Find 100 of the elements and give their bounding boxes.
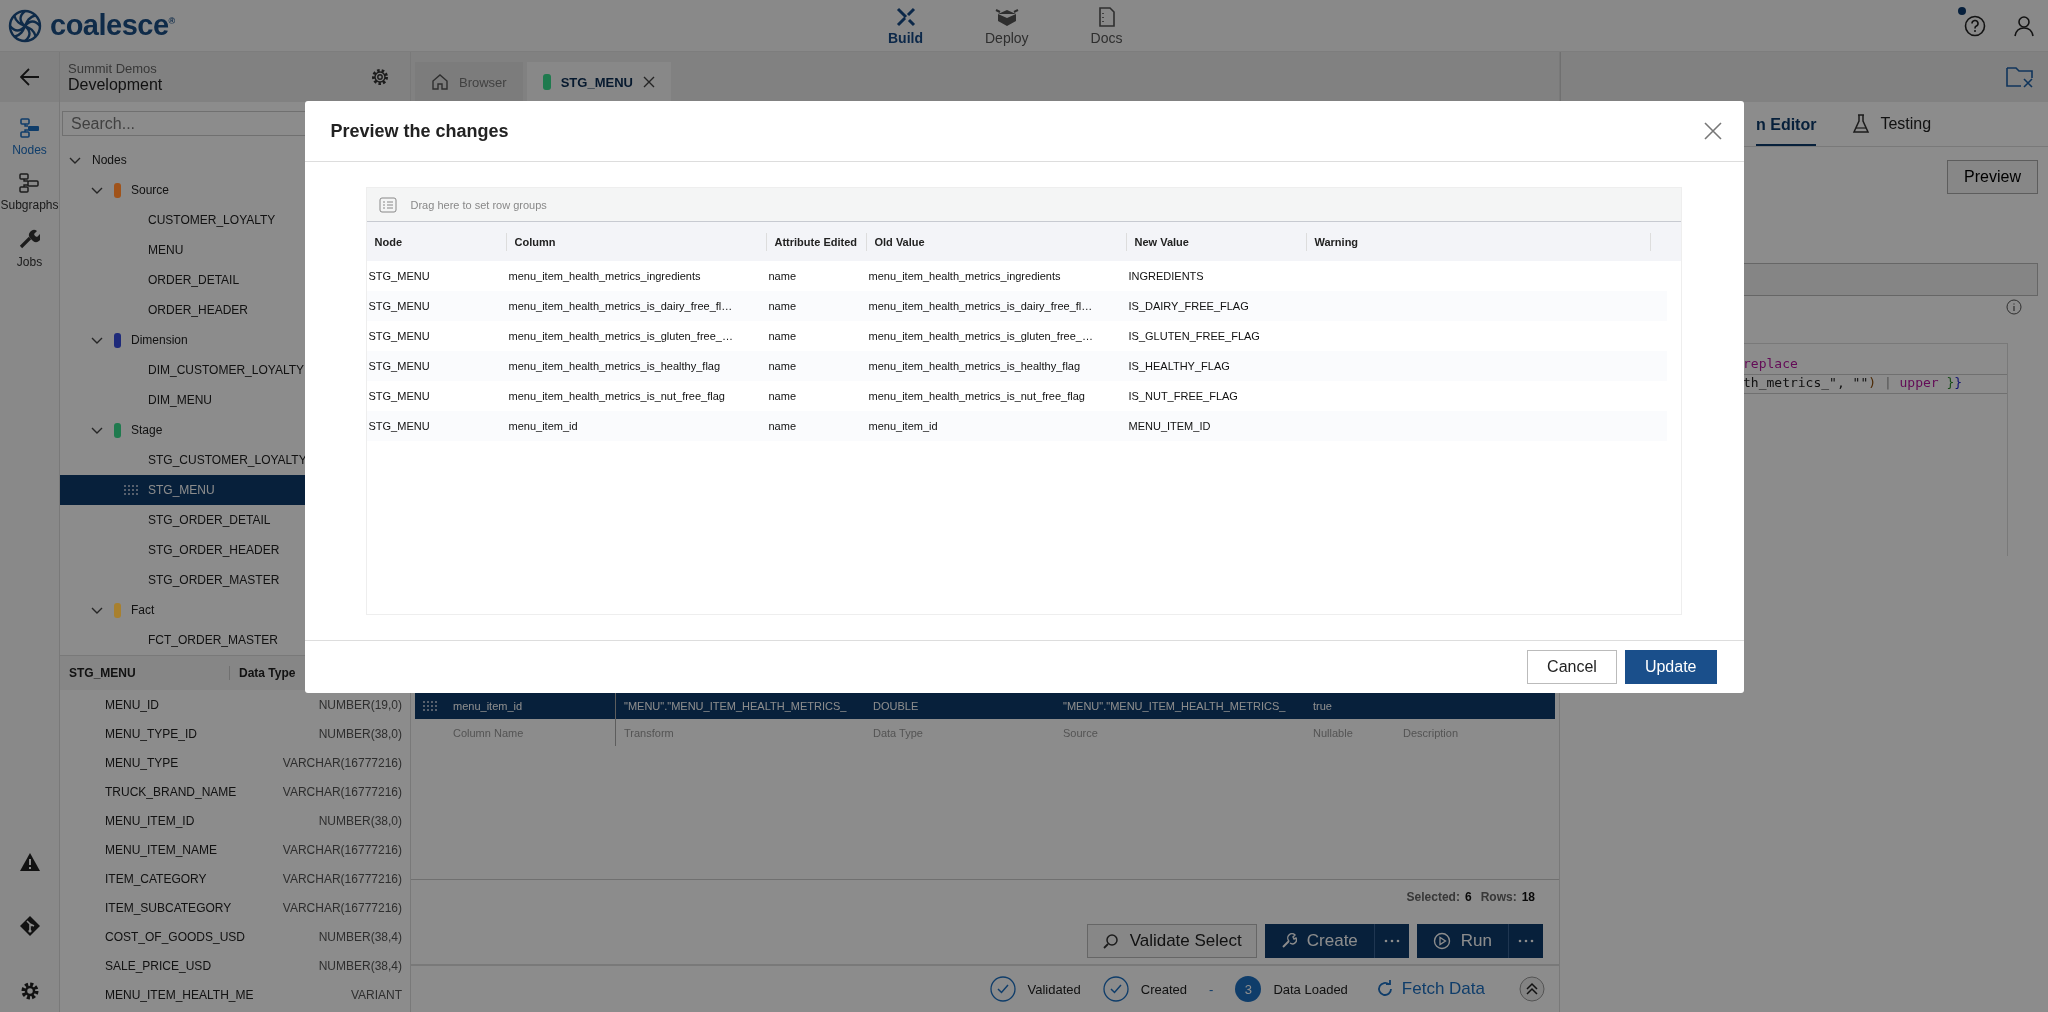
play-icon[interactable] [1432, 932, 1451, 950]
data-type: NUMBER(38,0) [318, 726, 402, 741]
data-type: VARCHAR(16777216) [282, 755, 402, 770]
back-arrow-icon[interactable] [19, 68, 40, 86]
status-label: Data Loaded [1273, 981, 1348, 997]
data-type: VARCHAR(16777216) [282, 871, 402, 886]
help-icon[interactable] [1964, 14, 1986, 37]
status-label: Created [1140, 981, 1188, 997]
column-header[interactable]: Old Value [866, 232, 1127, 251]
table-cell-text: menu_item_id [507, 420, 579, 432]
selected-label: Selected: [1406, 890, 1460, 906]
tree-item[interactable]: Source [60, 175, 410, 205]
editor-tab[interactable]: STG_MENU [526, 62, 671, 102]
column-header[interactable]: Column [506, 232, 767, 251]
close-icon[interactable] [1703, 122, 1722, 140]
nav-tab[interactable]: Deploy [985, 5, 1029, 46]
rows-label: Rows: [1480, 890, 1517, 906]
table-cell-text: STG_MENU [367, 360, 431, 372]
table-cell-text: name [767, 420, 798, 432]
data-type: NUMBER(38,4) [318, 929, 402, 944]
folder-close-icon[interactable] [2005, 65, 2035, 89]
rail-item[interactable]: Nodes [12, 118, 47, 157]
grid-cell-text: true [1312, 699, 1333, 712]
user-icon[interactable] [2014, 14, 2034, 37]
info-icon[interactable] [2006, 299, 2022, 315]
code-line: th_metrics_", "") | upper }} [1743, 374, 2007, 394]
table-cell-text: menu_item_health_metrics_is_gluten_free_… [507, 330, 734, 342]
step-count-badge: 3 [1235, 976, 1262, 1002]
settings-icon[interactable] [370, 67, 390, 87]
column-name: SALE_PRICE_USD [105, 958, 212, 973]
nav-tab[interactable]: Build [888, 5, 923, 46]
column-name: MENU_TYPE [105, 755, 179, 770]
grid-cell-text: DOUBLE [872, 699, 920, 712]
warning-icon[interactable] [18, 852, 41, 872]
nodes-icon[interactable] [18, 118, 41, 138]
data-type: NUMBER(38,0) [318, 813, 402, 828]
action-button[interactable]: Create [1264, 924, 1374, 958]
validate-button[interactable]: Validate Select [1086, 924, 1257, 958]
flask-icon[interactable] [1852, 114, 1871, 134]
rail-item[interactable]: Subgraphs [0, 173, 59, 212]
table-cell-text: INGREDIENTS [1127, 270, 1205, 282]
column-header: STG_MENU [60, 666, 230, 680]
column-name: ITEM_CATEGORY [105, 871, 207, 886]
panel-tab[interactable]: n Editor [1756, 116, 1817, 146]
table-cell-text: name [767, 300, 798, 312]
column-header[interactable]: Attribute Edited [766, 232, 867, 251]
status-separator: - [1209, 981, 1214, 997]
refresh-icon[interactable] [1375, 980, 1394, 998]
search-icon[interactable] [1101, 932, 1120, 950]
drag-handle-icon[interactable] [423, 700, 437, 711]
table-cell-text: menu_item_health_metrics_is_nut_free_flag [507, 390, 726, 402]
grid-row[interactable]: menu_item_id "MENU"."MENU_ITEM_HEALTH_METRICS_ DOUBLE "MENU"."MENU_ITEM_HEALTH_METRICS_ true [415, 692, 1555, 719]
status-label: Validated [1027, 981, 1081, 997]
swirl-logo-icon [8, 8, 42, 43]
table-cell-text: menu_item_id [867, 420, 939, 432]
nav-tab[interactable]: Docs [1090, 5, 1123, 46]
row-group-icon [378, 196, 397, 213]
tools-icon[interactable] [894, 5, 917, 28]
tree-item[interactable]: Nodes [60, 145, 410, 175]
wrench-icon[interactable] [18, 228, 41, 250]
column-header[interactable]: Warning [1306, 232, 1651, 251]
document-icon[interactable] [1096, 5, 1117, 28]
logo-wordmark: coalesce$^{®}$ [50, 9, 175, 42]
column-header[interactable]: Node [366, 232, 507, 251]
row-group-hint: Drag here to set row groups [410, 198, 547, 211]
column-header[interactable]: New Value [1126, 232, 1307, 251]
table-cell-text: MENU_ITEM_ID [1127, 420, 1212, 432]
selected-count: 6 [1464, 890, 1472, 906]
tree-item[interactable]: Fact [60, 595, 410, 625]
data-type: VARIANT [350, 987, 402, 1002]
environment-name: Development [68, 75, 163, 94]
update-button[interactable]: Update [1624, 650, 1717, 684]
column-name: ITEM_SUBCATEGORY [105, 900, 232, 915]
wrench-icon[interactable] [1280, 933, 1297, 949]
panel-tab[interactable]: Testing [1852, 114, 1932, 146]
fetch-data-link[interactable]: Fetch Data [1375, 979, 1485, 999]
home-icon [431, 73, 449, 91]
data-type: NUMBER(19,0) [318, 697, 402, 712]
git-diamond-icon[interactable] [18, 915, 41, 937]
project-name: Summit Demos [68, 60, 158, 76]
table-cell-text: name [767, 330, 798, 342]
table-cell-text: IS_DAIRY_FREE_FLAG [1127, 300, 1250, 312]
column-name: COST_OF_GOODS_USD [105, 929, 246, 944]
more-icon[interactable] [1518, 939, 1534, 943]
table-cell-text: menu_item_health_metrics_is_nut_free_flag [867, 390, 1086, 402]
table-cell-text: menu_item_health_metrics_ingredients [867, 270, 1062, 282]
action-button[interactable]: Run [1416, 924, 1508, 958]
table-cell-text: STG_MENU [367, 300, 431, 312]
more-icon[interactable] [1383, 939, 1400, 943]
column-name: MENU_ID [105, 697, 159, 712]
cancel-button[interactable]: Cancel [1527, 650, 1617, 684]
close-icon[interactable] [642, 76, 655, 88]
expand-up-icon[interactable] [1519, 976, 1545, 1002]
table-cell-text: name [767, 390, 798, 402]
table-cell-text: menu_item_health_metrics_is_gluten_free_… [867, 330, 1094, 342]
preview-button[interactable]: Preview [1947, 160, 2038, 194]
subgraph-icon[interactable] [18, 173, 41, 193]
drag-handle-icon[interactable] [124, 485, 138, 495]
table-cell-text: menu_item_health_metrics_ingredients [507, 270, 702, 282]
rail-item[interactable]: Jobs [16, 228, 43, 269]
